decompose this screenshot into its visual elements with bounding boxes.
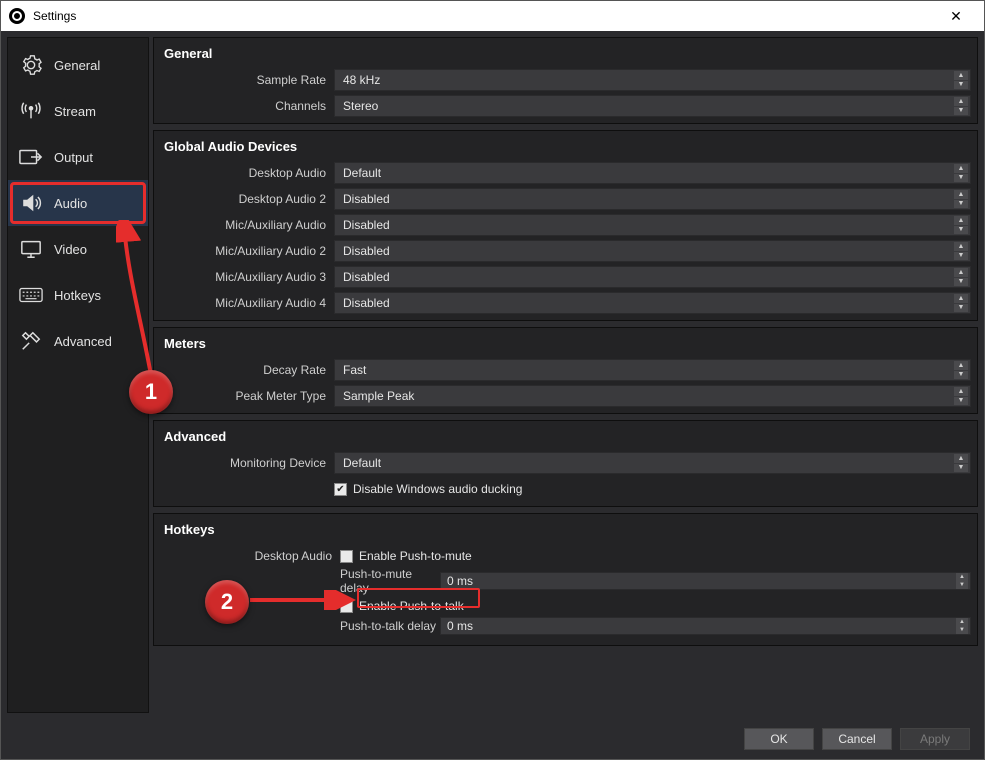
label-hotkey-desktop-audio: Desktop Audio (160, 547, 340, 635)
panel-title: Meters (154, 328, 977, 357)
sidebar-item-label: Audio (54, 196, 87, 211)
label-push-to-mute: Enable Push-to-mute (359, 549, 472, 563)
checkbox-push-to-mute[interactable] (340, 550, 353, 563)
sidebar-item-label: Video (54, 242, 87, 257)
gear-icon (18, 54, 44, 76)
label-audio-ducking: Disable Windows audio ducking (353, 482, 522, 496)
label-device: Mic/Auxiliary Audio 3 (154, 270, 334, 284)
close-icon[interactable]: ✕ (936, 8, 976, 25)
checkbox-push-to-talk[interactable] (340, 600, 353, 613)
sidebar-item-label: Advanced (54, 334, 112, 349)
label-device: Desktop Audio (154, 166, 334, 180)
select-monitoring-device[interactable]: Default▲▼ (334, 452, 971, 474)
panel-general: General Sample Rate 48 kHz▲▼ Channels St… (153, 37, 978, 124)
tools-icon (18, 330, 44, 352)
panel-advanced: Advanced Monitoring DeviceDefault▲▼ ✔ Di… (153, 420, 978, 507)
apply-button[interactable]: Apply (900, 728, 970, 750)
input-ptt-delay[interactable]: 0 ms▲▼ (440, 617, 971, 635)
sidebar-item-stream[interactable]: Stream (8, 88, 148, 134)
select-mic-aux-3[interactable]: Disabled▲▼ (334, 266, 971, 288)
settings-sidebar: General Stream Output (7, 37, 149, 713)
keyboard-icon (18, 284, 44, 306)
sidebar-item-hotkeys[interactable]: Hotkeys (8, 272, 148, 318)
cancel-button[interactable]: Cancel (822, 728, 892, 750)
spinner-icon[interactable]: ▲▼ (954, 71, 968, 89)
panel-devices: Global Audio Devices Desktop AudioDefaul… (153, 130, 978, 321)
select-mic-aux[interactable]: Disabled▲▼ (334, 214, 971, 236)
panel-title: Advanced (154, 421, 977, 450)
label-sample-rate: Sample Rate (154, 73, 334, 87)
sidebar-item-video[interactable]: Video (8, 226, 148, 272)
label-device: Desktop Audio 2 (154, 192, 334, 206)
window-title: Settings (33, 9, 76, 23)
label-monitor: Monitoring Device (154, 456, 334, 470)
settings-main: General Sample Rate 48 kHz▲▼ Channels St… (153, 37, 978, 713)
speaker-icon (18, 192, 44, 214)
antenna-icon (18, 100, 44, 122)
select-channels[interactable]: Stereo▲▼ (334, 95, 971, 117)
checkbox-audio-ducking[interactable]: ✔ (334, 483, 347, 496)
select-mic-aux-4[interactable]: Disabled▲▼ (334, 292, 971, 314)
select-mic-aux-2[interactable]: Disabled▲▼ (334, 240, 971, 262)
select-sample-rate[interactable]: 48 kHz▲▼ (334, 69, 971, 91)
sidebar-item-general[interactable]: General (8, 42, 148, 88)
label-device: Mic/Auxiliary Audio 4 (154, 296, 334, 310)
select-peak-meter[interactable]: Sample Peak▲▼ (334, 385, 971, 407)
label-channels: Channels (154, 99, 334, 113)
label-device: Mic/Auxiliary Audio (154, 218, 334, 232)
app-logo-icon (9, 8, 25, 24)
label-peak: Peak Meter Type (154, 389, 334, 403)
select-desktop-audio-2[interactable]: Disabled▲▼ (334, 188, 971, 210)
label-ptt-delay: Push-to-talk delay (340, 619, 440, 633)
spinner-icon[interactable]: ▲▼ (954, 97, 968, 115)
sidebar-item-label: General (54, 58, 100, 73)
label-device: Mic/Auxiliary Audio 2 (154, 244, 334, 258)
dialog-button-bar: OK Cancel Apply (1, 719, 984, 759)
sidebar-item-advanced[interactable]: Advanced (8, 318, 148, 364)
monitor-icon (18, 238, 44, 260)
panel-hotkeys: Hotkeys Desktop Audio Enable Push-to-mut… (153, 513, 978, 646)
sidebar-item-output[interactable]: Output (8, 134, 148, 180)
panel-title: General (154, 38, 977, 67)
sidebar-item-audio[interactable]: Audio (8, 180, 148, 226)
sidebar-item-label: Stream (54, 104, 96, 119)
select-decay-rate[interactable]: Fast▲▼ (334, 359, 971, 381)
input-ptm-delay[interactable]: 0 ms▲▼ (440, 572, 971, 590)
sidebar-item-label: Output (54, 150, 93, 165)
panel-title: Hotkeys (154, 514, 977, 543)
output-icon (18, 146, 44, 168)
spinner-icon[interactable]: ▲▼ (956, 573, 968, 589)
spinner-icon[interactable]: ▲▼ (956, 618, 968, 634)
sidebar-item-label: Hotkeys (54, 288, 101, 303)
label-decay: Decay Rate (154, 363, 334, 377)
select-desktop-audio[interactable]: Default▲▼ (334, 162, 971, 184)
panel-title: Global Audio Devices (154, 131, 977, 160)
titlebar: Settings ✕ (1, 1, 984, 31)
label-push-to-talk: Enable Push-to-talk (359, 599, 464, 613)
ok-button[interactable]: OK (744, 728, 814, 750)
label-ptm-delay: Push-to-mute delay (340, 567, 440, 595)
panel-meters: Meters Decay RateFast▲▼ Peak Meter TypeS… (153, 327, 978, 414)
